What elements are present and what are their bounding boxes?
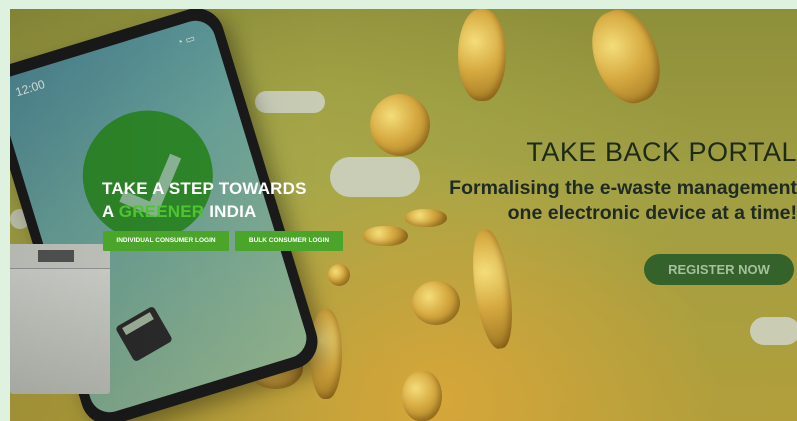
dishwasher-illustration <box>10 244 110 394</box>
portal-tagline: Formalising the e-waste management one e… <box>449 176 797 226</box>
cloud-decoration <box>330 157 420 197</box>
coin-decoration <box>405 209 447 227</box>
headline-line-1: TAKE A STEP TOWARDS <box>102 179 307 198</box>
individual-consumer-login-button[interactable]: INDIVIDUAL CONSUMER LOGIN <box>103 231 229 251</box>
portal-title: TAKE BACK PORTAL <box>526 137 797 167</box>
headline-line-2: A GREENER INDIA <box>102 202 257 221</box>
coin-decoration <box>363 226 408 246</box>
coin-decoration <box>466 227 519 351</box>
hero-headline: TAKE A STEP TOWARDS A GREENER INDIA <box>102 177 307 223</box>
tagline-line-2: one electronic device at a time! <box>507 202 797 224</box>
coin-decoration <box>580 9 672 112</box>
cloud-decoration <box>255 91 325 113</box>
coin-decoration <box>328 264 350 286</box>
coin-decoration <box>370 94 430 156</box>
coin-decoration <box>310 309 342 399</box>
coin-decoration <box>402 371 442 421</box>
coin-decoration <box>458 9 506 101</box>
phone-clock: 12:00 <box>13 77 47 100</box>
coin-decoration <box>412 281 460 325</box>
cloud-decoration <box>750 317 797 345</box>
register-now-button[interactable]: REGISTER NOW <box>644 254 794 285</box>
bulk-consumer-login-button[interactable]: BULK CONSUMER LOGIN <box>235 231 343 251</box>
phone-status-icons: ◔ ▭ <box>175 33 197 49</box>
tagline-line-1: Formalising the e-waste management <box>449 177 797 199</box>
hero-banner: 12:00 ◔ ▭ TAKE A STEP TOWARDS A GREENER … <box>10 9 797 421</box>
greener-highlight: GREENER <box>118 202 205 221</box>
